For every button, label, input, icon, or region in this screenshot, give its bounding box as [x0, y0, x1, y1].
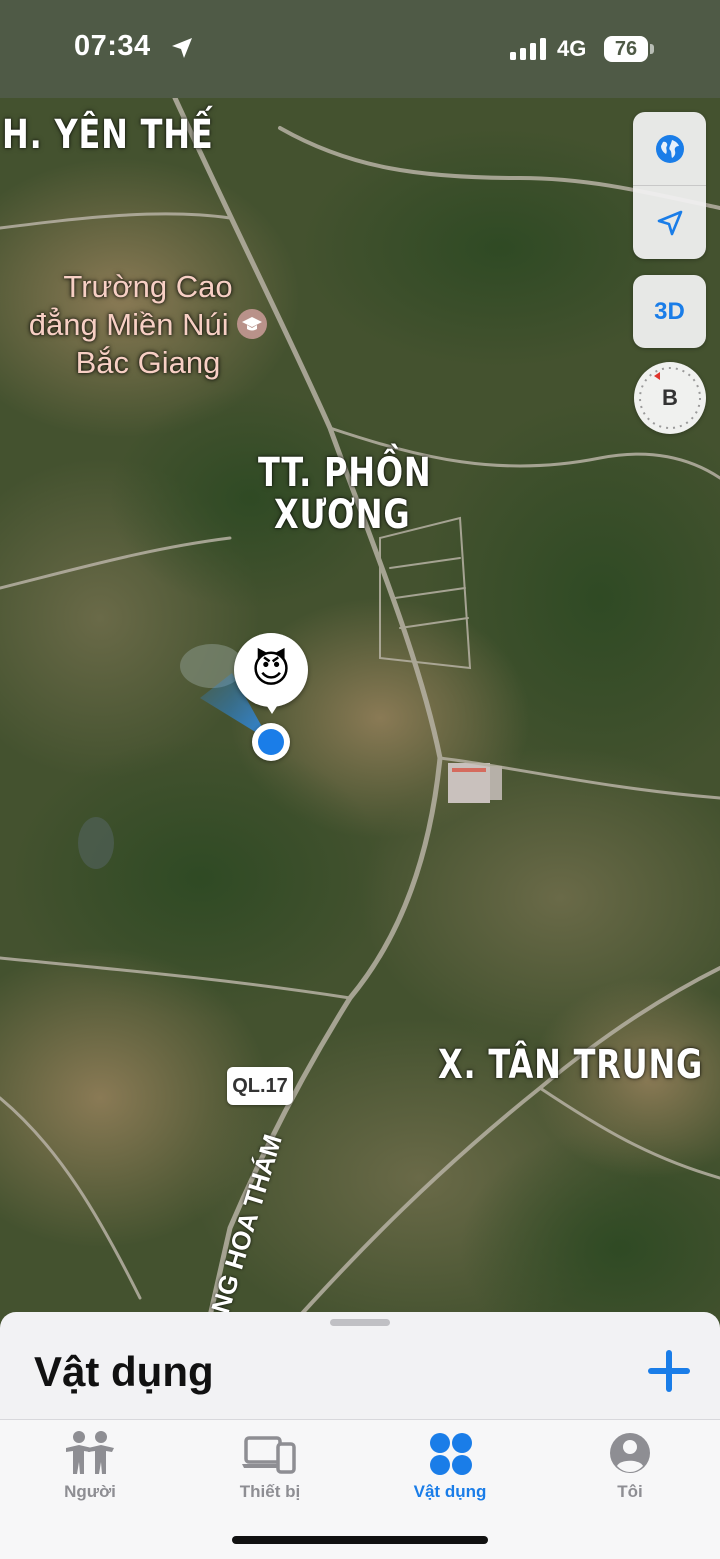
road-shield-ql17[interactable]: QL.17: [227, 1067, 293, 1105]
poi-name-line-3: Bắc Giang: [75, 345, 221, 380]
home-indicator: [232, 1536, 488, 1544]
location-arrow-icon: [172, 38, 192, 58]
compass-heading-letter: B: [662, 385, 678, 410]
tab-devices-label: Thiết bị: [239, 1482, 301, 1501]
satellite-map[interactable]: H. YÊN THẾ Trường Cao đẳng Miền Núi Bắc …: [0, 98, 720, 1338]
tab-bar: Người Thiết bị Vật dụng Tôi: [0, 1419, 720, 1559]
status-bar: 07:34 4G 76: [0, 0, 720, 98]
tab-devices[interactable]: Thiết bị: [180, 1420, 360, 1520]
current-location-dot[interactable]: [252, 723, 290, 761]
battery-level: 76: [614, 38, 638, 60]
three-d-label: 3D: [654, 297, 685, 325]
battery-tip: [650, 44, 654, 54]
three-d-button[interactable]: 3D: [633, 275, 706, 348]
map-label-phon-xuong-1[interactable]: TT. PHỒN: [258, 450, 431, 496]
globe-icon: [655, 134, 684, 163]
item-pin-tail: [263, 700, 281, 714]
tab-items[interactable]: Vật dụng: [360, 1420, 540, 1520]
compass-button[interactable]: B: [634, 362, 706, 434]
tab-people[interactable]: Người: [0, 1420, 180, 1520]
items-sheet[interactable]: Vật dụng: [0, 1312, 720, 1432]
poi-name-line-2: đẳng Miền Núi: [18, 306, 278, 344]
items-grid-icon: [430, 1433, 472, 1475]
person-circle-icon: [610, 1433, 650, 1473]
smiling-devil-emoji-icon: 😈: [251, 649, 291, 691]
graduation-cap-icon: [237, 308, 268, 339]
map-label-yen-the[interactable]: H. YÊN THẾ: [2, 112, 214, 158]
map-label-tan-trung[interactable]: X. TÂN TRUNG: [438, 1042, 703, 1088]
item-location-pin[interactable]: 😈: [234, 633, 308, 707]
status-time: 07:34: [74, 30, 151, 62]
tab-people-label: Người: [64, 1482, 116, 1501]
poi-name-line-1: Trường Cao: [63, 269, 233, 304]
map-label-phon-xuong-2[interactable]: XƯƠNG: [274, 492, 410, 538]
location-dot-inner: [258, 729, 284, 755]
location-arrow-outline-icon: [657, 210, 682, 235]
tab-me[interactable]: Tôi: [540, 1420, 720, 1520]
map-style-button[interactable]: [633, 112, 706, 185]
tab-me-label: Tôi: [617, 1482, 643, 1501]
track-location-button[interactable]: [633, 186, 706, 259]
map-poi-college[interactable]: Trường Cao đẳng Miền Núi Bắc Giang: [18, 268, 278, 382]
three-d-control: 3D: [633, 275, 706, 348]
map-controls-group: [633, 112, 706, 259]
people-icon: [66, 1431, 114, 1474]
network-type: 4G: [557, 36, 587, 61]
devices-icon: [242, 1436, 296, 1474]
sheet-title: Vật dụng: [34, 1348, 214, 1395]
tab-items-label: Vật dụng: [413, 1482, 487, 1501]
add-item-plus-icon[interactable]: [644, 1346, 694, 1396]
cellular-signal-icon: [510, 38, 546, 60]
battery-icon: 76: [604, 36, 648, 62]
sheet-grabber[interactable]: [330, 1319, 390, 1326]
